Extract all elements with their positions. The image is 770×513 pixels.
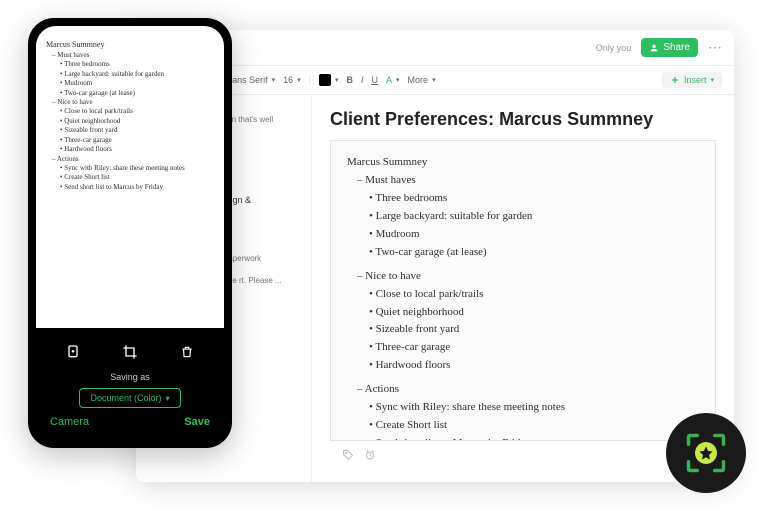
chevron-down-icon: ▾	[335, 76, 339, 84]
more-menu-icon[interactable]: ⋯	[708, 39, 722, 56]
highlight-button[interactable]: A▾	[386, 75, 400, 85]
note-line: • Two-car garage (at lease)	[347, 245, 699, 261]
note-line: • Three-car garage	[46, 136, 214, 145]
note-line: • Three-car garage	[347, 340, 699, 356]
section-heading: – Must haves	[347, 173, 699, 189]
star-icon	[685, 432, 727, 474]
editor-footer	[330, 441, 716, 472]
note-line: • Send short list to Marcus by Friday	[46, 183, 214, 192]
scan-mode-label: Document (Color)	[90, 393, 161, 403]
phone-mockup: Marcus Summney – Must haves • Three bedr…	[28, 18, 232, 448]
chevron-down-icon: ▾	[396, 76, 400, 84]
more-format-dropdown[interactable]: More ▾	[408, 75, 436, 85]
italic-button[interactable]: I	[361, 75, 364, 85]
font-family-dropdown[interactable]: Sans Serif ▾	[226, 75, 275, 85]
note-line: • Hardwood floors	[347, 358, 699, 374]
note-line: • Quiet neighborhood	[347, 305, 699, 321]
note-line: • Sync with Riley: share these meeting n…	[46, 164, 214, 173]
phone-scanned-note: Marcus Summney – Must haves • Three bedr…	[36, 26, 224, 328]
document-title[interactable]: Client Preferences: Marcus Summney	[330, 109, 716, 130]
note-line: • Three bedrooms	[347, 191, 699, 207]
note-line: • Sizeable front yard	[46, 126, 214, 135]
note-line: • Three bedrooms	[46, 60, 214, 69]
share-label: Share	[663, 42, 690, 53]
note-line: • Create Short list	[46, 173, 214, 182]
insert-label: Insert	[684, 75, 707, 85]
share-button[interactable]: Share	[641, 38, 698, 57]
section-heading: – Nice to have	[347, 269, 699, 285]
note-line: • Create Short list	[347, 418, 699, 434]
scanned-note-image: Marcus Summney – Must haves • Three bedr…	[330, 140, 716, 441]
note-line: • Large backyard: suitable for garden	[46, 70, 214, 79]
color-swatch-icon	[319, 74, 331, 86]
phone-screen: Marcus Summney – Must haves • Three bedr…	[36, 26, 224, 440]
camera-button[interactable]: Camera	[50, 416, 89, 428]
note-line: • Close to local park/trails	[46, 107, 214, 116]
note-line: • Hardwood floors	[46, 145, 214, 154]
font-size-dropdown[interactable]: 16 ▾	[283, 75, 301, 85]
add-page-icon[interactable]	[63, 342, 83, 362]
note-line: • Two-car garage (at lease)	[46, 89, 214, 98]
share-status: Only you	[596, 43, 632, 53]
note-line: • Mudroom	[347, 227, 699, 243]
note-person: Marcus Summney	[46, 40, 214, 51]
bold-button[interactable]: B	[347, 75, 354, 85]
saving-as-label: Saving as	[36, 372, 224, 382]
crop-icon[interactable]	[120, 342, 140, 362]
chevron-down-icon: ▾	[297, 76, 301, 84]
chevron-down-icon: ▾	[710, 76, 714, 84]
section-heading: – Must haves	[46, 51, 214, 60]
note-line: • Mudroom	[46, 79, 214, 88]
scan-mode-dropdown[interactable]: Document (Color) ▾	[79, 388, 180, 408]
note-line: • Close to local park/trails	[347, 287, 699, 303]
phone-controls: Saving as Document (Color) ▾ Camera Save	[36, 328, 224, 440]
reminder-icon[interactable]	[364, 449, 376, 464]
note-line: • Sync with Riley: share these meeting n…	[347, 400, 699, 416]
section-heading: – Actions	[347, 382, 699, 398]
underline-button[interactable]: U	[372, 75, 379, 85]
chevron-down-icon: ▾	[272, 76, 276, 84]
trash-icon[interactable]	[177, 342, 197, 362]
text-color-picker[interactable]: ▾	[319, 74, 339, 86]
note-line: • Large backyard: suitable for garden	[347, 209, 699, 225]
chevron-down-icon: ▾	[166, 394, 170, 403]
insert-button[interactable]: Insert ▾	[662, 72, 722, 88]
save-button[interactable]: Save	[184, 416, 210, 428]
note-line: • Sizeable front yard	[347, 322, 699, 338]
note-person: Marcus Summney	[347, 155, 699, 171]
chevron-down-icon: ▾	[432, 76, 436, 84]
editor-pane[interactable]: Client Preferences: Marcus Summney Marcu…	[312, 95, 734, 482]
section-heading: – Nice to have	[46, 98, 214, 107]
note-line: • Quiet neighborhood	[46, 117, 214, 126]
tag-icon[interactable]	[342, 449, 354, 464]
section-heading: – Actions	[46, 155, 214, 164]
scan-feature-badge	[666, 413, 746, 493]
